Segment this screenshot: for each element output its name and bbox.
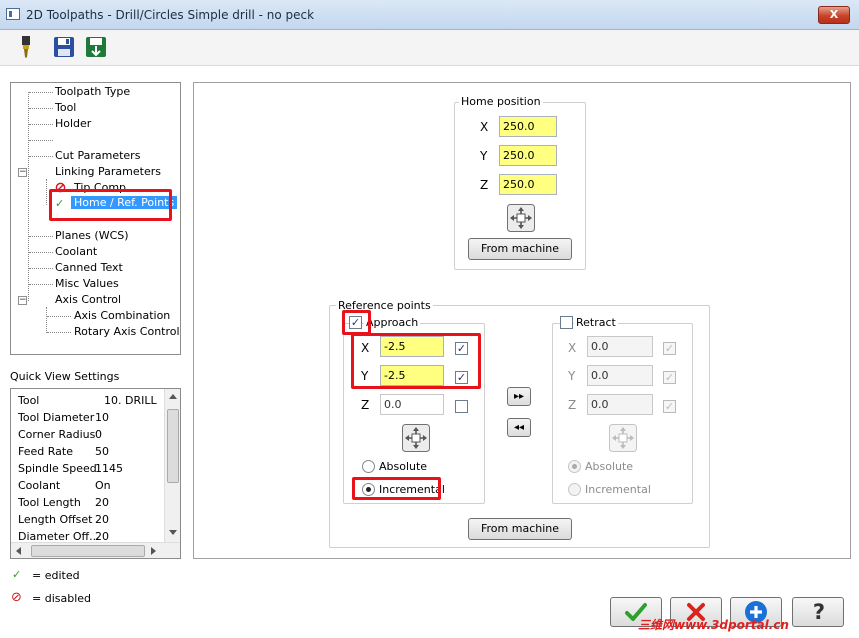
tree-item-planes[interactable]: Planes (WCS): [55, 229, 129, 242]
window-app-icon: [6, 8, 20, 20]
retract-label: Retract: [574, 316, 618, 329]
retract-z-checkbox[interactable]: ✓: [663, 400, 676, 413]
quick-view-vscroll[interactable]: [164, 389, 180, 542]
retract-move-select-icon[interactable]: [609, 424, 637, 452]
hscroll-thumb[interactable]: [31, 545, 145, 557]
scroll-right-icon[interactable]: [151, 547, 157, 555]
disabled-legend-label: = disabled: [32, 592, 92, 605]
home-y-label: Y: [480, 149, 488, 163]
edited-legend-icon: ✓: [12, 568, 22, 581]
save-to-machine-icon[interactable]: [84, 35, 108, 59]
approach-z-checkbox[interactable]: [455, 400, 468, 413]
help-icon: ?: [812, 600, 826, 624]
retract-checkbox[interactable]: [560, 316, 573, 329]
tree-collapse-linking-icon[interactable]: −: [18, 168, 27, 177]
home-x-label: X: [480, 120, 489, 134]
copy-to-approach-button[interactable]: ◂◂: [507, 418, 531, 437]
window-title: 2D Toolpaths - Drill/Circles Simple dril…: [26, 8, 315, 22]
approach-move-select-icon[interactable]: [402, 424, 430, 452]
highlight-box-tree: [49, 189, 172, 221]
approach-absolute-label: Absolute: [379, 460, 428, 473]
tree-item-canned-text[interactable]: Canned Text: [55, 261, 123, 274]
quick-view-title: Quick View Settings: [10, 370, 120, 383]
tree-item-linking-parameters[interactable]: Linking Parameters: [55, 165, 161, 178]
home-y-input[interactable]: 250.0: [499, 145, 557, 166]
approach-absolute-radio[interactable]: [362, 460, 375, 473]
drill-tool-icon[interactable]: [14, 35, 38, 59]
retract-x-label: X: [568, 341, 577, 355]
retract-incremental-radio[interactable]: [568, 483, 581, 496]
tree-item-coolant[interactable]: Coolant: [55, 245, 97, 258]
tree-item-holder[interactable]: Holder: [55, 117, 91, 130]
tree-item-axis-control[interactable]: Axis Control: [55, 293, 121, 306]
home-z-label: Z: [480, 178, 489, 192]
quick-view-hscroll[interactable]: [11, 542, 180, 558]
retract-z-label: Z: [568, 398, 577, 412]
reference-from-machine-button[interactable]: From machine: [468, 518, 572, 540]
retract-y-checkbox[interactable]: ✓: [663, 371, 676, 384]
scroll-left-icon[interactable]: [16, 547, 22, 555]
tree-collapse-axis-icon[interactable]: −: [18, 296, 27, 305]
help-button[interactable]: ?: [792, 597, 844, 627]
title-bar: 2D Toolpaths - Drill/Circles Simple dril…: [0, 0, 859, 30]
watermark: 三维网www.3dportal.cn: [638, 618, 789, 632]
approach-z-label: Z: [361, 398, 370, 412]
quick-view-list[interactable]: Tool 10. DRILL Tool Diameter 10 Corner Rad…: [10, 388, 181, 559]
tree-item-toolpath-type[interactable]: Toolpath Type: [55, 85, 130, 98]
retract-incremental-label: Incremental: [585, 483, 651, 496]
home-z-input[interactable]: 250.0: [499, 174, 557, 195]
scroll-down-icon[interactable]: [169, 530, 177, 536]
tree-item-axis-combination[interactable]: Axis Combination: [74, 309, 170, 322]
save-icon[interactable]: [52, 35, 76, 59]
tree-item-tool[interactable]: Tool: [55, 101, 76, 114]
tree-item-misc-values[interactable]: Misc Values: [55, 277, 119, 290]
highlight-box-approach-xy: [351, 333, 481, 389]
approach-label: Approach: [364, 316, 421, 329]
edited-legend-label: = edited: [32, 569, 80, 582]
home-position-title: Home position: [459, 95, 543, 108]
main-panel: Home position X 250.0 Y 250.0 Z 250.0 Fr…: [193, 82, 851, 559]
copy-to-retract-button[interactable]: ▸▸: [507, 387, 531, 406]
home-x-input[interactable]: 250.0: [499, 116, 557, 137]
retract-x-checkbox[interactable]: ✓: [663, 342, 676, 355]
retract-absolute-label: Absolute: [585, 460, 634, 473]
move-select-icon[interactable]: [507, 204, 535, 232]
scroll-up-icon[interactable]: [169, 394, 177, 400]
retract-y-input[interactable]: 0.0: [587, 365, 653, 386]
tree-item-rotary-axis-control[interactable]: Rotary Axis Control: [74, 325, 180, 338]
highlight-box-incremental: [352, 477, 441, 500]
retract-x-input[interactable]: 0.0: [587, 336, 653, 357]
scroll-thumb[interactable]: [167, 409, 179, 483]
home-from-machine-button[interactable]: From machine: [468, 238, 572, 260]
retract-y-label: Y: [568, 369, 576, 383]
highlight-box-approach: [342, 310, 371, 335]
disabled-legend-icon: ⊘: [11, 590, 22, 605]
approach-z-input[interactable]: 0.0: [380, 394, 444, 415]
tree-item-cut-parameters[interactable]: Cut Parameters: [55, 149, 140, 162]
window-close-button[interactable]: X: [818, 6, 850, 24]
toolbar: [0, 30, 859, 66]
retract-absolute-radio[interactable]: [568, 460, 581, 473]
parameter-tree[interactable]: Toolpath Type Tool Holder Cut Parameters…: [10, 82, 181, 355]
retract-z-input[interactable]: 0.0: [587, 394, 653, 415]
